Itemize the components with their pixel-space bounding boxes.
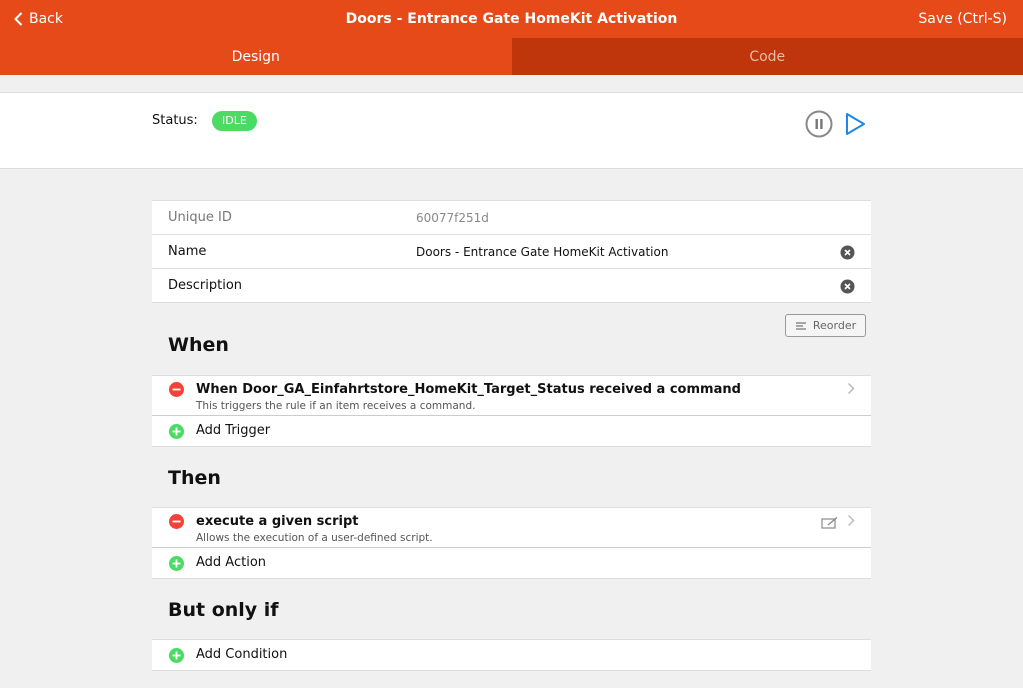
when-card: When Door_GA_Einfahrtstore_HomeKit_Targe…: [152, 375, 871, 447]
top-bar: Back Doors - Entrance Gate HomeKit Activ…: [0, 0, 1023, 38]
but-only-if-section-title: But only if: [168, 599, 279, 621]
action-title: execute a given script: [196, 514, 359, 529]
trigger-title: When Door_GA_Einfahrtstore_HomeKit_Targe…: [196, 382, 741, 397]
status-label: Status:: [152, 113, 198, 128]
condition-card: Add Condition: [152, 639, 871, 671]
plus-circle-icon: [169, 648, 184, 663]
minus-circle-icon[interactable]: [169, 514, 184, 529]
chevron-left-icon: [14, 12, 23, 26]
trigger-description: This triggers the rule if an item receiv…: [196, 400, 476, 412]
pause-circle-icon[interactable]: [805, 110, 833, 138]
tab-design[interactable]: Design: [0, 38, 512, 75]
trigger-item[interactable]: When Door_GA_Einfahrtstore_HomeKit_Targe…: [152, 376, 871, 416]
minus-circle-icon[interactable]: [169, 382, 184, 397]
reorder-button[interactable]: Reorder: [785, 314, 866, 337]
unique-id-row: Unique ID 60077f251d: [152, 201, 871, 235]
chevron-right-icon: [847, 382, 855, 395]
unique-id-value: 60077f251d: [416, 211, 489, 225]
back-button[interactable]: Back: [14, 11, 63, 27]
action-description: Allows the execution of a user-defined s…: [196, 532, 433, 544]
page-title: Doors - Entrance Gate HomeKit Activation: [345, 11, 678, 27]
reorder-label: Reorder: [812, 319, 857, 332]
back-label: Back: [29, 11, 63, 27]
unique-id-label: Unique ID: [168, 210, 232, 225]
description-label: Description: [168, 278, 243, 293]
tab-bar: Design Code: [0, 38, 1023, 75]
name-row[interactable]: Name Doors - Entrance Gate HomeKit Activ…: [152, 235, 871, 269]
edit-script-icon[interactable]: [821, 516, 839, 530]
save-button[interactable]: Save (Ctrl-S): [918, 11, 1007, 27]
add-condition-button[interactable]: Add Condition: [152, 640, 871, 671]
plus-circle-icon: [169, 556, 184, 571]
name-label: Name: [168, 244, 207, 259]
when-section-title: When: [168, 334, 229, 356]
tab-code[interactable]: Code: [511, 38, 1023, 75]
chevron-right-icon: [847, 514, 855, 527]
clear-name-icon[interactable]: [840, 245, 855, 260]
status-badge: IDLE: [212, 111, 257, 131]
add-action-label: Add Action: [196, 555, 267, 570]
action-item[interactable]: execute a given script Allows the execut…: [152, 508, 871, 548]
reorder-icon: [795, 321, 806, 330]
rule-properties: Unique ID 60077f251d Name Doors - Entran…: [152, 200, 871, 303]
play-icon[interactable]: [842, 111, 868, 137]
add-trigger-button[interactable]: Add Trigger: [152, 416, 871, 447]
add-action-button[interactable]: Add Action: [152, 548, 871, 579]
status-panel: Status: IDLE: [0, 92, 1023, 169]
plus-circle-icon: [169, 424, 184, 439]
description-row[interactable]: Description: [152, 269, 871, 303]
then-card: execute a given script Allows the execut…: [152, 507, 871, 579]
name-field[interactable]: Doors - Entrance Gate HomeKit Activation: [416, 245, 668, 259]
add-trigger-label: Add Trigger: [196, 423, 271, 438]
add-condition-label: Add Condition: [196, 647, 288, 662]
clear-description-icon[interactable]: [840, 279, 855, 294]
then-section-title: Then: [168, 467, 221, 489]
